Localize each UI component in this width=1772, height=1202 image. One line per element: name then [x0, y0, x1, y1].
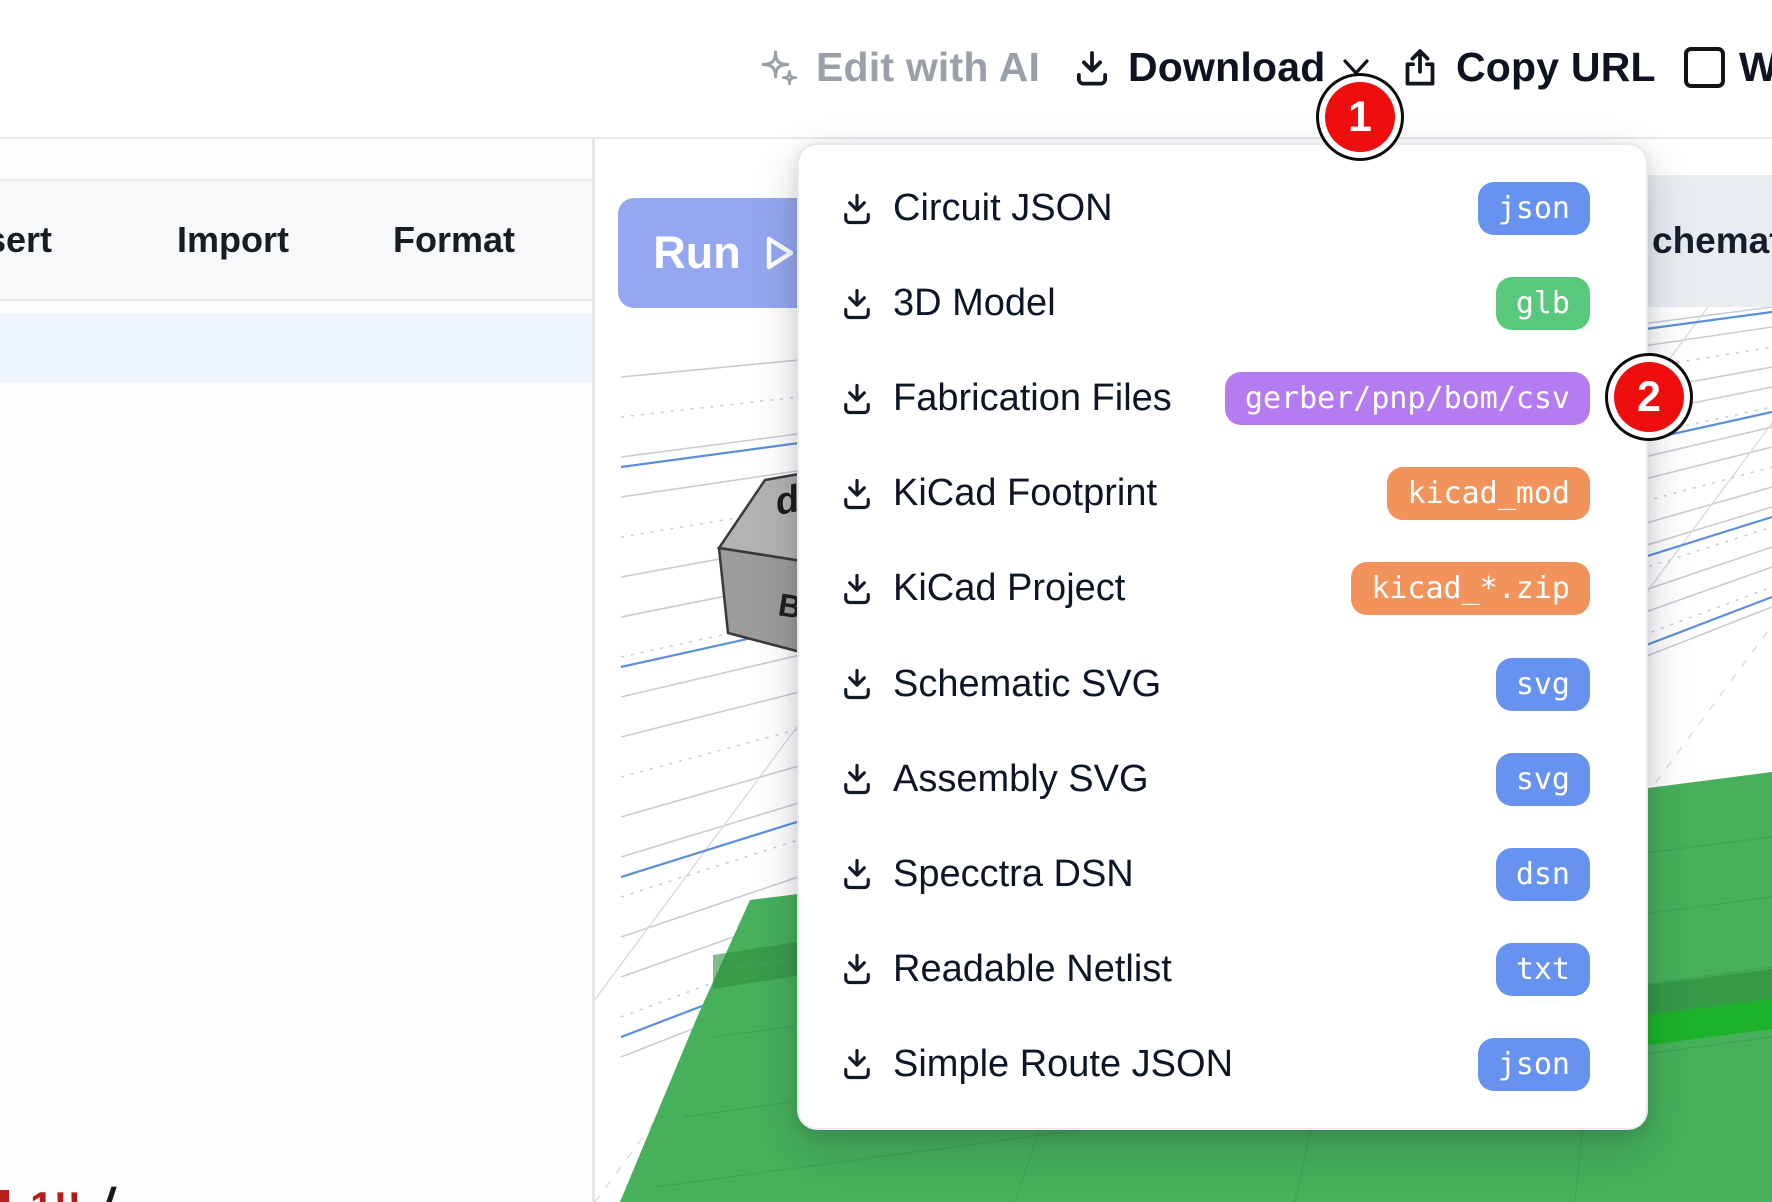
item-label: Readable Netlist [893, 948, 1172, 991]
format-badge: json [1478, 182, 1590, 235]
menu-item-insert[interactable]: nsert [0, 219, 52, 261]
sparkle-icon [758, 47, 800, 89]
download-dropdown-menu: Circuit JSON json 3D Model glb Fabricati… [797, 143, 1648, 1130]
download-icon [839, 381, 875, 417]
format-badge: kicad_mod [1387, 467, 1590, 520]
download-icon [839, 1046, 875, 1082]
download-icon [839, 476, 875, 512]
item-label: Schematic SVG [893, 663, 1161, 706]
menu-item-3d-model[interactable]: 3D Model glb [799, 256, 1646, 351]
annotation-step-2: 2 [1614, 362, 1684, 432]
menu-item-fabrication-files[interactable]: Fabrication Files gerber/pnp/bom/csv [799, 351, 1646, 446]
edit-with-ai-label: Edit with AI [816, 44, 1040, 91]
annotation-step-1: 1 [1325, 82, 1395, 152]
menu-item-assembly-svg[interactable]: Assembly SVG svg [799, 732, 1646, 827]
play-icon [765, 235, 795, 271]
format-badge: svg [1496, 753, 1590, 806]
panel-divider[interactable] [592, 139, 595, 1202]
run-button-label: Run [653, 227, 740, 279]
webview-checkbox[interactable] [1684, 47, 1725, 88]
menu-item-specctra-dsn[interactable]: Specctra DSN dsn [799, 827, 1646, 922]
code-editor-panel[interactable]: nsert Import Format 1!! / [0, 137, 592, 1202]
webview-toggle[interactable]: We [1684, 0, 1772, 135]
format-badge: glb [1496, 277, 1590, 330]
error-marker [0, 1190, 9, 1202]
item-label: Simple Route JSON [893, 1043, 1233, 1086]
editor-clipped-code-line: 1!! / [0, 1187, 592, 1202]
copy-url-label: Copy URL [1456, 44, 1656, 91]
download-icon [839, 571, 875, 607]
editor-menubar: nsert Import Format [0, 179, 592, 301]
chevron-down-icon [1341, 58, 1371, 78]
error-text-fragment: 1!! [30, 1183, 81, 1202]
download-icon [839, 191, 875, 227]
annotation-number: 1 [1348, 93, 1372, 142]
item-label: Circuit JSON [893, 187, 1113, 230]
menu-item-readable-netlist[interactable]: Readable Netlist txt [799, 922, 1646, 1017]
item-label: KiCad Footprint [893, 472, 1157, 515]
download-icon [839, 951, 875, 987]
menu-item-simple-route-json[interactable]: Simple Route JSON json [799, 1017, 1646, 1112]
top-toolbar: Edit with AI Download Copy URL We [0, 0, 1772, 139]
editor-highlighted-line[interactable] [0, 313, 592, 383]
format-badge: svg [1496, 658, 1590, 711]
format-badge: txt [1496, 943, 1590, 996]
format-badge: kicad_*.zip [1351, 562, 1590, 615]
tab-schematic-partial[interactable]: chemati [1652, 220, 1772, 262]
download-icon [839, 286, 875, 322]
item-label: 3D Model [893, 282, 1056, 325]
download-label: Download [1128, 44, 1325, 91]
item-label: KiCad Project [893, 567, 1125, 610]
item-label: Specctra DSN [893, 853, 1134, 896]
annotation-number: 2 [1637, 373, 1661, 422]
webview-label-partial: We [1739, 44, 1772, 91]
share-icon [1400, 48, 1440, 88]
format-badge: dsn [1496, 848, 1590, 901]
download-icon [839, 856, 875, 892]
item-label: Assembly SVG [893, 758, 1149, 801]
download-icon [1072, 48, 1112, 88]
edit-with-ai-button[interactable]: Edit with AI [758, 0, 1040, 135]
code-slash-fragment: / [98, 1177, 118, 1202]
menu-item-circuit-json[interactable]: Circuit JSON json [799, 161, 1646, 256]
format-badge: json [1478, 1038, 1590, 1091]
download-icon [839, 761, 875, 797]
menu-item-kicad-footprint[interactable]: KiCad Footprint kicad_mod [799, 446, 1646, 541]
menu-item-format[interactable]: Format [393, 219, 515, 261]
menu-item-import[interactable]: Import [177, 219, 289, 261]
format-badge: gerber/pnp/bom/csv [1225, 372, 1590, 425]
menu-item-schematic-svg[interactable]: Schematic SVG svg [799, 636, 1646, 731]
item-label: Fabrication Files [893, 377, 1172, 420]
menu-item-kicad-project[interactable]: KiCad Project kicad_*.zip [799, 541, 1646, 636]
download-icon [839, 666, 875, 702]
copy-url-button[interactable]: Copy URL [1400, 0, 1656, 135]
